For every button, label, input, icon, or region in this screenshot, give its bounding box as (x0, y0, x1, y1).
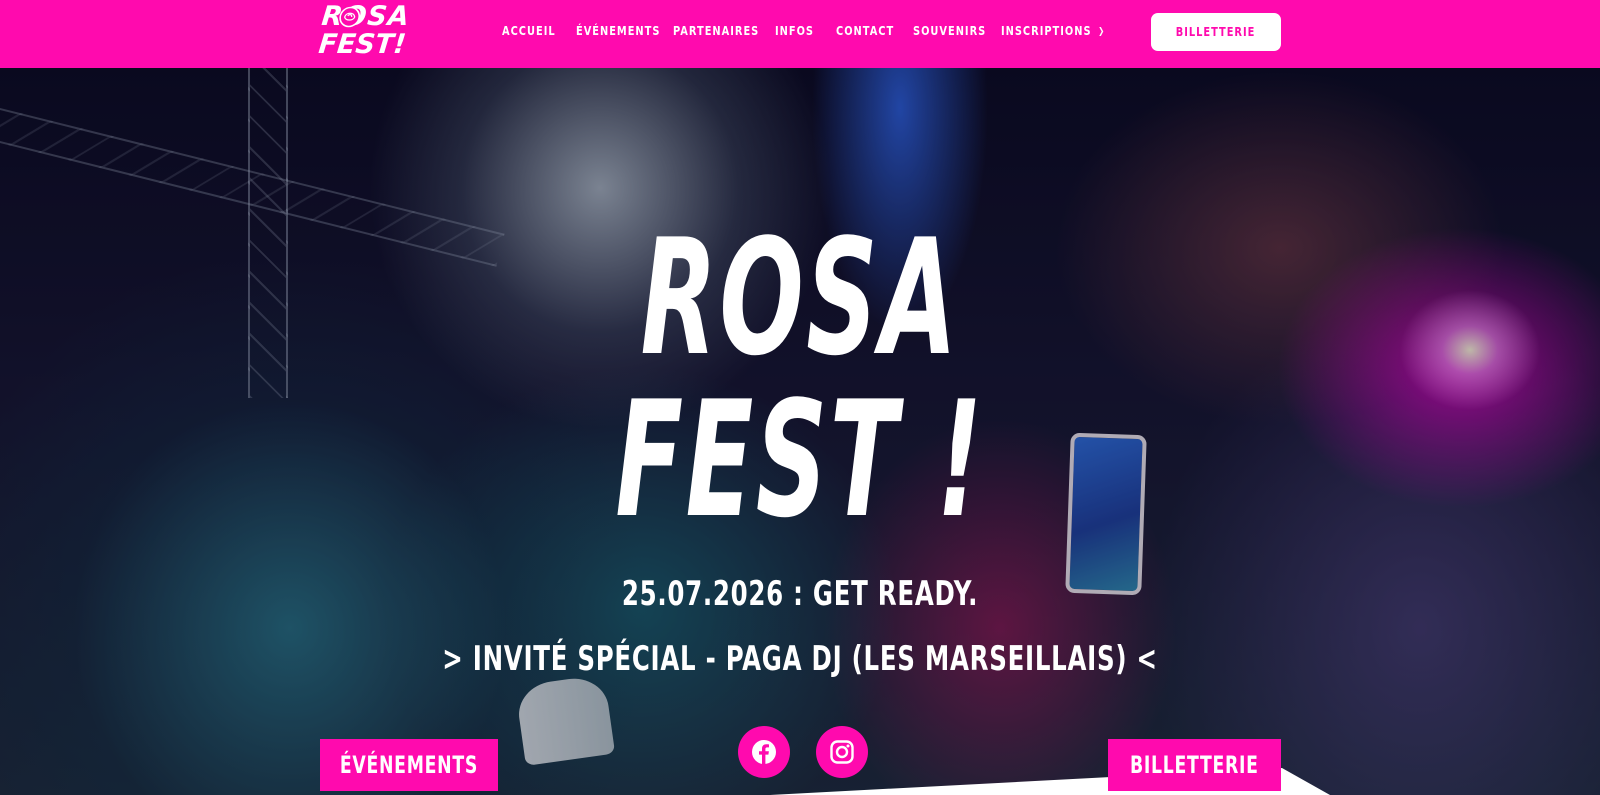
nav-item-souvenirs[interactable]: SOUVENIRS (913, 24, 986, 38)
instagram-icon (830, 740, 854, 764)
header-ticket-button-label: BILLETTERIE (1176, 25, 1256, 39)
tickets-button-label: BILLETTERIE (1130, 751, 1259, 779)
main-nav: ACCUEIL ÉVÉNEMENTS PARTENAIRES INFOS CON… (0, 0, 1600, 68)
facebook-button[interactable] (738, 726, 790, 778)
events-button-label: ÉVÉNEMENTS (339, 751, 479, 779)
hero-title-line-1: ROSA (640, 204, 960, 391)
events-button[interactable]: ÉVÉNEMENTS (320, 739, 498, 791)
nav-item-infos[interactable]: INFOS (775, 24, 814, 38)
nav-item-inscriptions[interactable]: INSCRIPTIONS ❯ (1001, 24, 1105, 38)
nav-item-contact[interactable]: CONTACT (836, 24, 894, 38)
hero-date: 25.07.2026 : GET READY. (621, 574, 979, 614)
tickets-button[interactable]: BILLETTERIE (1108, 739, 1281, 791)
nav-item-partenaires[interactable]: PARTENAIRES (673, 24, 759, 38)
facebook-icon (752, 740, 776, 764)
nav-item-evenements[interactable]: ÉVÉNEMENTS (576, 24, 660, 38)
nav-item-accueil[interactable]: ACCUEIL (502, 24, 556, 38)
site-header: ROSA FEST! ACCUEIL ÉVÉNEMENTS PARTENAIRE… (0, 0, 1600, 68)
hero-title-line-2: FEST ! (615, 366, 985, 553)
nav-item-inscriptions-label: INSCRIPTIONS (1001, 24, 1092, 38)
instagram-button[interactable] (816, 726, 868, 778)
header-ticket-button[interactable]: BILLETTERIE (1151, 13, 1281, 51)
chevron-down-icon: ❯ (1098, 27, 1106, 37)
hero-special-guest: > INVITÉ SPÉCIAL - PAGA DJ (LES MARSEILL… (442, 639, 1158, 679)
hero-section: ROSA FEST ! 25.07.2026 : GET READY. > IN… (0, 68, 1600, 795)
